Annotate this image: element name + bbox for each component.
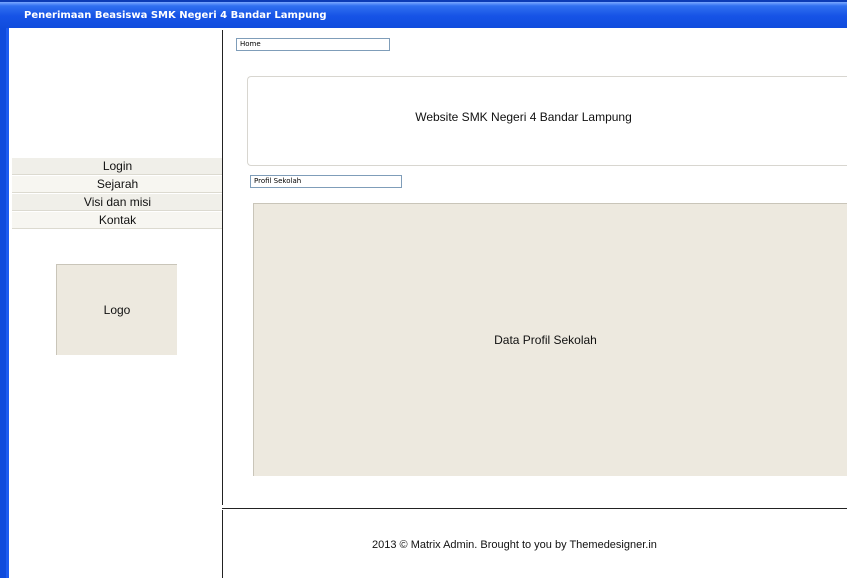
sidebar-item-visi-misi[interactable]: Visi dan misi bbox=[12, 194, 223, 211]
hero-banner: Website SMK Negeri 4 Bandar Lampung bbox=[247, 76, 847, 166]
sidebar-item-login[interactable]: Login bbox=[12, 158, 223, 175]
logo-placeholder: Logo bbox=[56, 264, 177, 355]
footer-divider-horizontal bbox=[222, 508, 847, 509]
section-title-field[interactable]: Profil Sekolah bbox=[250, 175, 402, 188]
window-left-border bbox=[0, 28, 9, 578]
sidebar-item-kontak[interactable]: Kontak bbox=[12, 212, 223, 229]
breadcrumb-home[interactable]: Home bbox=[236, 38, 390, 51]
footer-divider-vertical bbox=[222, 510, 223, 578]
hero-title: Website SMK Negeri 4 Bandar Lampung bbox=[415, 110, 632, 124]
window-titlebar: Penerimaan Beasiswa SMK Negeri 4 Bandar … bbox=[0, 0, 847, 28]
sidebar-item-sejarah[interactable]: Sejarah bbox=[12, 176, 223, 193]
logo-label: Logo bbox=[103, 303, 131, 317]
profile-data-label: Data Profil Sekolah bbox=[494, 333, 597, 347]
footer-text: 2013 © Matrix Admin. Brought to you by T… bbox=[372, 539, 657, 551]
content-divider-vertical bbox=[222, 30, 223, 505]
window-title: Penerimaan Beasiswa SMK Negeri 4 Bandar … bbox=[24, 10, 327, 21]
profile-data-panel: Data Profil Sekolah bbox=[253, 203, 847, 476]
sidebar-nav: Login Sejarah Visi dan misi Kontak bbox=[12, 158, 223, 230]
